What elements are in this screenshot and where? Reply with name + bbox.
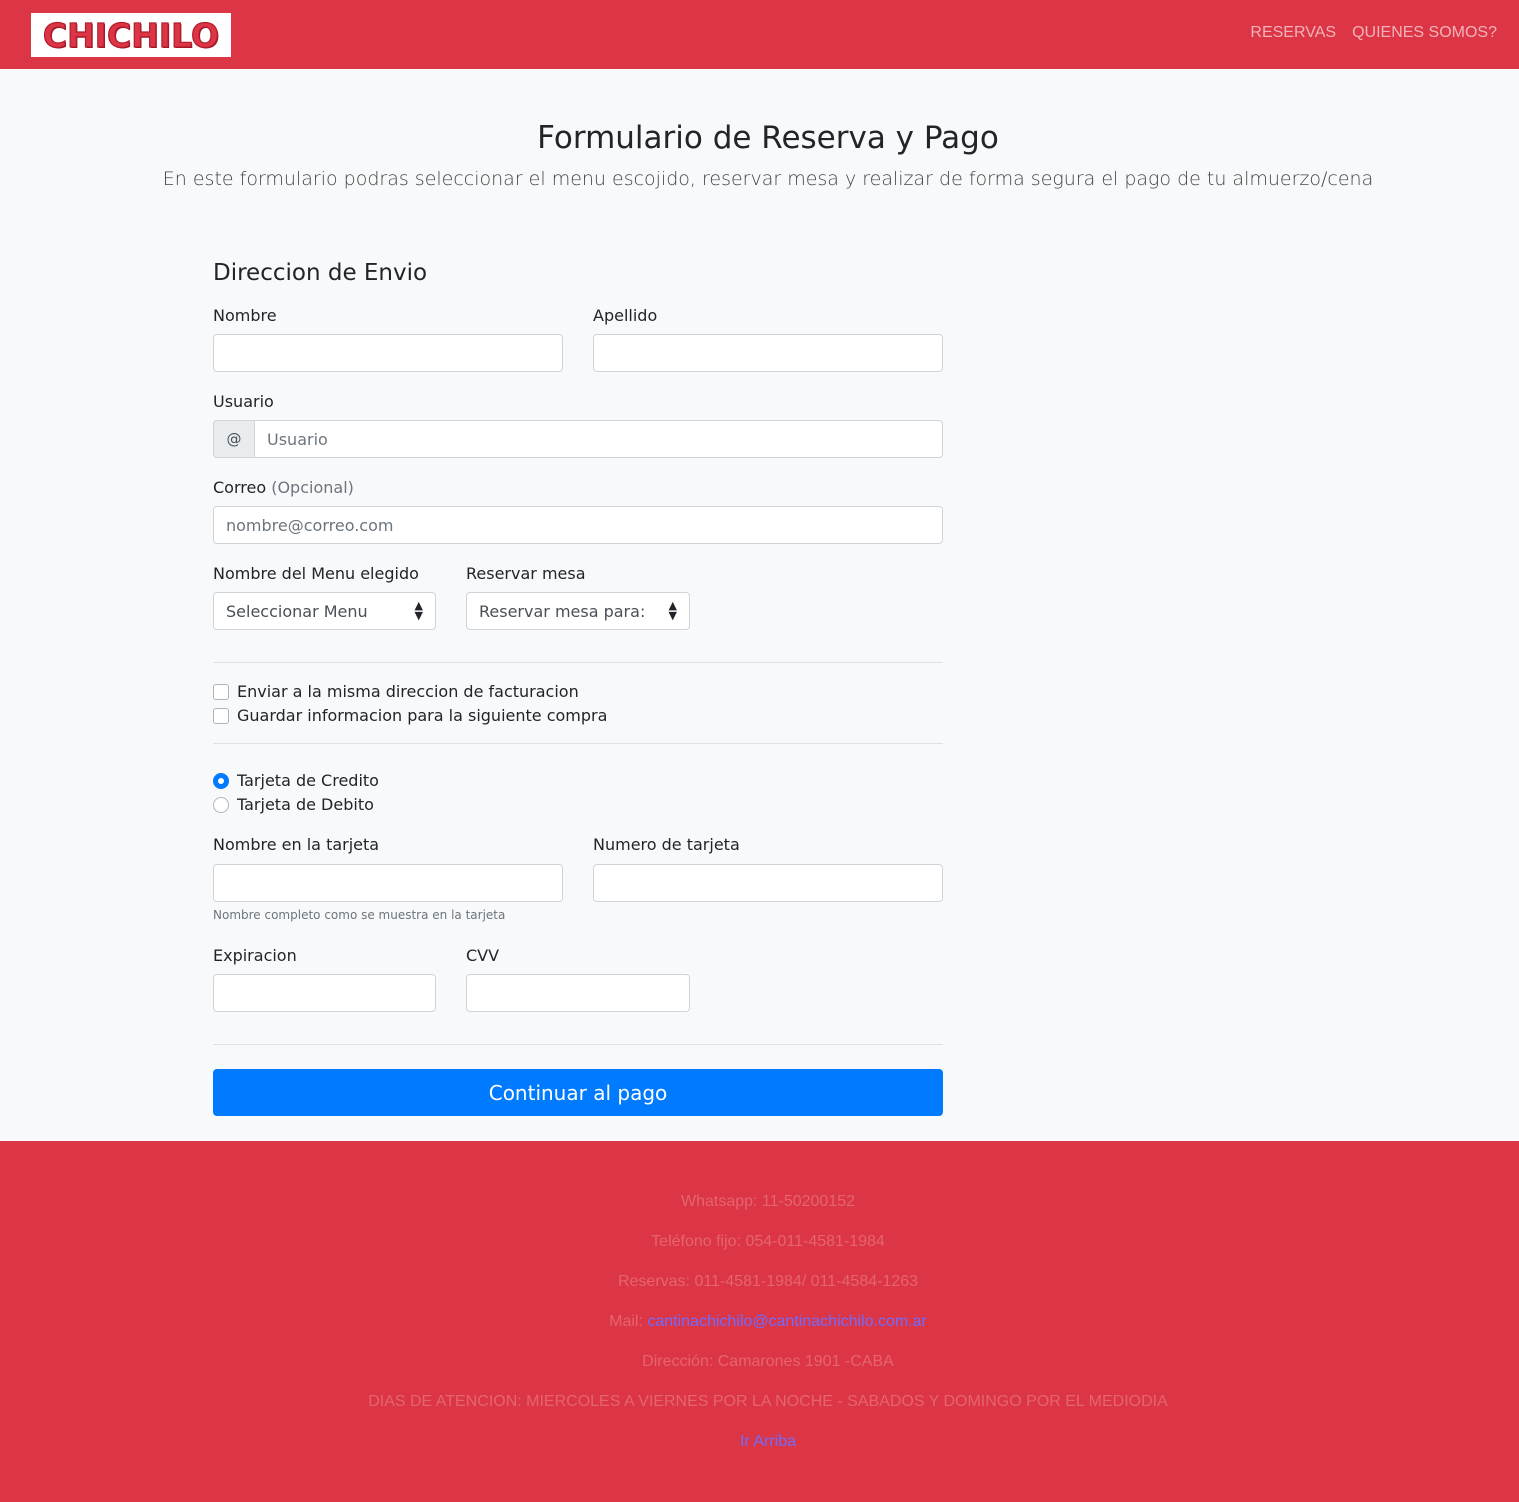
divider — [213, 662, 943, 663]
card-number-input[interactable] — [593, 864, 943, 902]
save-info-label: Guardar informacion para la siguiente co… — [237, 706, 608, 725]
card-name-input[interactable] — [213, 864, 563, 902]
expiration-input[interactable] — [213, 974, 436, 1012]
debit-card-radio-row[interactable]: Tarjeta de Debito — [213, 795, 374, 814]
debit-card-label: Tarjeta de Debito — [237, 795, 374, 814]
menu-label: Nombre del Menu elegido — [213, 564, 419, 583]
save-info-checkbox-row[interactable]: Guardar informacion para la siguiente co… — [213, 706, 607, 725]
email-label-text: Correo — [213, 478, 267, 497]
email-label: Correo (Opcional) — [213, 478, 354, 497]
table-select-value: Reservar mesa para: — [479, 601, 646, 621]
nav-links: RESERVAS QUIENES SOMOS? — [1250, 24, 1497, 42]
menu-select[interactable]: Seleccionar Menu ▲ ▼ — [213, 592, 436, 630]
same-address-label: Enviar a la misma direccion de facturaci… — [237, 682, 579, 701]
footer-mail-prefix: Mail: — [609, 1313, 648, 1330]
navbar: CHICHILO RESERVAS QUIENES SOMOS? — [0, 0, 1519, 69]
nav-link-quienes-somos[interactable]: QUIENES SOMOS? — [1352, 24, 1497, 42]
email-input[interactable]: nombre@correo.com — [213, 506, 943, 544]
footer-phone: Teléfono fijo: 054-011-4581-1984 — [651, 1233, 885, 1250]
same-address-checkbox-row[interactable]: Enviar a la misma direccion de facturaci… — [213, 682, 579, 701]
credit-card-radio-row[interactable]: Tarjeta de Credito — [213, 771, 379, 790]
page-title: Formulario de Reserva y Pago — [537, 120, 999, 156]
menu-select-value: Seleccionar Menu — [226, 601, 368, 621]
first-name-input[interactable] — [213, 334, 563, 372]
divider — [213, 743, 943, 744]
footer-address: Dirección: Camarones 1901 -CABA — [642, 1353, 894, 1370]
username-input[interactable]: Usuario — [254, 420, 943, 458]
expiration-label: Expiracion — [213, 946, 297, 965]
back-to-top-link[interactable]: Ir Arriba — [740, 1433, 796, 1450]
debit-card-radio[interactable] — [213, 796, 229, 813]
footer-reservations: Reservas: 011-4581-1984/ 011-4584-1263 — [617, 1273, 919, 1290]
cvv-label: CVV — [466, 946, 500, 965]
card-name-label: Nombre en la tarjeta — [213, 835, 380, 854]
table-select[interactable]: Reservar mesa para: ▲ ▼ — [466, 592, 690, 630]
table-label: Reservar mesa — [466, 564, 586, 583]
username-label: Usuario — [213, 392, 274, 411]
footer-whatsapp: Whatsapp: 11-50200152 — [680, 1193, 856, 1210]
section-title: Direccion de Envio — [213, 260, 428, 286]
footer-mail: Mail: cantinachichilo@cantinachichilo.co… — [0, 1313, 1519, 1331]
footer: Whatsapp: 11-50200152 Teléfono fijo: 054… — [0, 1141, 1519, 1502]
card-number-label: Numero de tarjeta — [593, 835, 740, 854]
updown-caret-icon: ▲ ▼ — [414, 599, 423, 622]
nav-link-reservas[interactable]: RESERVAS — [1250, 24, 1336, 42]
divider — [213, 1044, 943, 1045]
card-name-help: Nombre completo como se muestra en la ta… — [213, 908, 506, 922]
footer-mail-link[interactable]: cantinachichilo@cantinachichilo.com.ar — [647, 1313, 927, 1330]
cvv-input[interactable] — [466, 974, 690, 1012]
email-optional-text: (Opcional) — [271, 478, 354, 497]
same-address-checkbox[interactable] — [213, 683, 229, 700]
last-name-label: Apellido — [593, 306, 658, 325]
at-sign-icon: @ — [213, 420, 255, 458]
updown-caret-icon: ▲ ▼ — [668, 599, 677, 622]
footer-back-to-top-row: Ir Arriba — [0, 1433, 1519, 1451]
last-name-input[interactable] — [593, 334, 943, 372]
continue-to-payment-button[interactable]: Continuar al pago — [213, 1069, 943, 1116]
footer-hours: DIAS DE ATENCION: MIERCOLES A VIERNES PO… — [368, 1393, 1168, 1410]
credit-card-radio[interactable] — [213, 772, 229, 789]
brand-logo-text: CHICHILO — [42, 15, 220, 55]
page-lead: En este formulario podras seleccionar el… — [162, 168, 1374, 190]
first-name-label: Nombre — [213, 306, 277, 325]
brand-logo[interactable]: CHICHILO — [31, 13, 231, 57]
credit-card-label: Tarjeta de Credito — [237, 771, 379, 790]
save-info-checkbox[interactable] — [213, 707, 229, 724]
